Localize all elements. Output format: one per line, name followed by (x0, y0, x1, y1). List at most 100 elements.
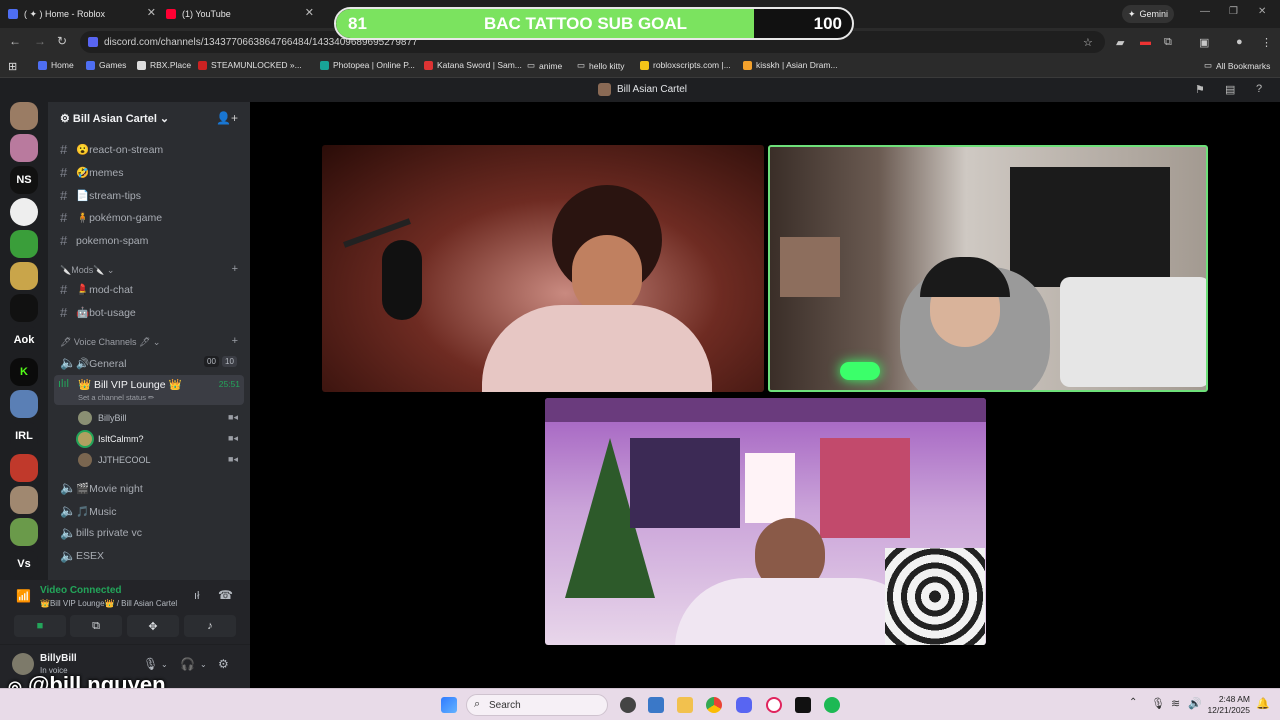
maximize-icon[interactable]: ❐ (1229, 6, 1238, 17)
taskbar-search[interactable]: ⌕ Search (466, 694, 608, 716)
create-channel-icon[interactable]: + (232, 263, 238, 275)
invite-people-icon[interactable]: 👤+ (216, 111, 238, 125)
server-icon[interactable]: NS (10, 166, 38, 194)
forward-icon[interactable]: → (34, 34, 46, 48)
server-icon[interactable] (10, 102, 38, 130)
video-tile-participant-2-speaking[interactable] (768, 145, 1208, 392)
category-mods[interactable]: 🔪Mods🔪 ⌄ (60, 265, 114, 276)
bookmark-robloxscripts[interactable]: robloxscripts.com |... (640, 60, 731, 70)
close-tab-icon[interactable]: ✕ (305, 6, 314, 19)
video-tile-participant-3[interactable] (545, 398, 986, 645)
reload-icon[interactable]: ↻ (57, 34, 67, 48)
extensions-puzzle-icon[interactable]: ⧉ (1164, 36, 1172, 49)
bookmark-folder-hellokitty[interactable]: ▭ hello kitty (577, 60, 624, 71)
channel-pokemon-spam[interactable]: # pokemon-spam (60, 233, 148, 248)
gemini-button[interactable]: ✦ Gemini (1122, 5, 1174, 23)
tab-roblox[interactable]: ( ✦ ) Home - Roblox ✕ (8, 4, 160, 24)
server-icon[interactable]: IRL (10, 422, 38, 450)
bookmark-kisskh[interactable]: kisskh | Asian Dram... (743, 60, 838, 70)
bookmark-folder-anime[interactable]: ▭ anime (527, 60, 562, 71)
channel-memes[interactable]: # 🤣memes (60, 165, 124, 180)
voice-channel-esex[interactable]: 🔈 ESEX (60, 548, 104, 564)
noise-suppression-icon[interactable]: ıł (194, 590, 200, 602)
server-icon[interactable] (10, 486, 38, 514)
create-channel-icon[interactable]: + (232, 335, 238, 347)
file-explorer-icon[interactable] (677, 697, 693, 713)
task-view-icon[interactable] (648, 697, 664, 713)
chevron-down-icon[interactable]: ⌄ (161, 660, 168, 669)
channel-status-prompt[interactable]: Set a channel status ✏ (78, 393, 154, 402)
category-voice[interactable]: 🖋 Voice Channels 🖋 ⌄ (60, 337, 160, 348)
close-tab-icon[interactable]: ✕ (147, 6, 156, 19)
bookmark-photopea[interactable]: Photopea | Online P... (320, 60, 415, 70)
kick-server-icon[interactable]: K (10, 358, 38, 386)
help-icon[interactable]: ? (1256, 83, 1262, 95)
screen-share-button[interactable]: ⧉ (70, 615, 122, 637)
voice-channel-music[interactable]: 🔈 🎵Music (60, 503, 117, 519)
channel-stream-tips[interactable]: # 📄stream-tips (60, 188, 141, 203)
voice-member[interactable]: IsItCalmm? (78, 432, 144, 446)
microphone-icon[interactable]: 🎙 (143, 657, 158, 671)
voice-member[interactable]: JJTHECOOL (78, 453, 151, 467)
bookmark-steamunlocked[interactable]: STEAMUNLOCKED »... (198, 60, 302, 70)
channel-mod-chat[interactable]: # 💄mod-chat (60, 282, 133, 297)
server-icon[interactable] (10, 198, 38, 226)
flag-icon[interactable]: ⚑ (1195, 83, 1205, 96)
tab-search-icon[interactable]: ▣ (1199, 36, 1209, 49)
volume-icon[interactable]: 🔊 (1188, 697, 1202, 710)
windows-start-icon[interactable] (441, 697, 457, 713)
voice-channel-bills-private-vc[interactable]: 🔈 bills private vc (60, 525, 142, 541)
bookmark-star-icon[interactable]: ☆ (1083, 36, 1093, 49)
tab-youtube[interactable]: (1) YouTube ✕ (166, 4, 318, 24)
inbox-icon[interactable]: ▤ (1225, 83, 1235, 96)
voice-member[interactable]: BillyBill (78, 411, 127, 425)
profile-avatar-icon[interactable]: ● (1236, 36, 1243, 48)
voice-channel-bill-vip-lounge[interactable]: ılıl 👑 Bill VIP Lounge 👑 25:51 Set a cha… (54, 375, 244, 405)
apps-grid-icon[interactable]: ⊞ (8, 60, 17, 73)
bookmark-rbxplace[interactable]: RBX.Place (137, 60, 191, 70)
chrome-icon[interactable] (706, 697, 722, 713)
wifi-icon[interactable]: ≋ (1171, 697, 1180, 710)
system-clock[interactable]: 2:48 AM 12/21/2025 (1207, 694, 1250, 716)
server-icon[interactable] (10, 518, 38, 546)
server-icon[interactable] (10, 230, 38, 258)
server-icon[interactable] (10, 134, 38, 162)
server-icon[interactable] (10, 294, 38, 322)
server-icon[interactable] (10, 454, 38, 482)
channel-pokemon-game[interactable]: # 🧍pokémon-game (60, 210, 162, 225)
extension-icon[interactable]: ▰ (1116, 36, 1124, 49)
app-icon[interactable] (795, 697, 811, 713)
server-icon[interactable] (10, 262, 38, 290)
soundboard-button[interactable]: ♪ (184, 615, 236, 637)
camera-button[interactable]: ■ (14, 615, 66, 637)
discord-icon[interactable] (736, 697, 752, 713)
channel-react-on-stream[interactable]: # 😮react-on-stream (60, 142, 163, 157)
adblock-extension-icon[interactable]: ▬ (1140, 36, 1151, 48)
bookmark-games[interactable]: Games (86, 60, 126, 70)
all-bookmarks[interactable]: ▭ All Bookmarks (1204, 60, 1270, 71)
server-icon[interactable]: Vs (10, 550, 38, 578)
bookmark-katana[interactable]: Katana Sword | Sam... (424, 60, 522, 70)
bookmark-home[interactable]: Home (38, 60, 74, 70)
copilot-icon[interactable] (620, 697, 636, 713)
channel-bot-usage[interactable]: # 🤖bot-usage (60, 305, 136, 320)
menu-kebab-icon[interactable]: ⋮ (1261, 36, 1272, 49)
voice-location[interactable]: 👑Bill VIP Lounge👑 / Bill Asian Cartel (40, 599, 177, 608)
spotify-icon[interactable] (824, 697, 840, 713)
server-name-header[interactable]: ⚙ Bill Asian Cartel ⌄ (60, 112, 169, 125)
back-icon[interactable]: ← (9, 34, 21, 48)
server-icon[interactable] (10, 390, 38, 418)
headphones-icon[interactable]: 🎧 (180, 657, 195, 671)
opera-icon[interactable] (766, 697, 782, 713)
chevron-down-icon[interactable]: ⌄ (200, 660, 207, 669)
chevron-up-icon[interactable]: ⌃ (1129, 697, 1137, 708)
close-window-icon[interactable]: ✕ (1258, 6, 1266, 17)
signal-icon[interactable]: 📶 (16, 589, 31, 603)
activities-button[interactable]: ✥ (127, 615, 179, 637)
voice-channel-movie-night[interactable]: 🔈 🎬Movie night (60, 480, 143, 496)
voice-channel-general[interactable]: 🔈 🔊General (60, 355, 126, 371)
gear-icon[interactable]: ⚙ (218, 657, 229, 671)
microphone-icon[interactable]: 🎙 (1151, 697, 1165, 710)
notification-bell-icon[interactable]: 🔔 (1256, 697, 1270, 710)
server-icon[interactable]: Aok (10, 326, 38, 354)
